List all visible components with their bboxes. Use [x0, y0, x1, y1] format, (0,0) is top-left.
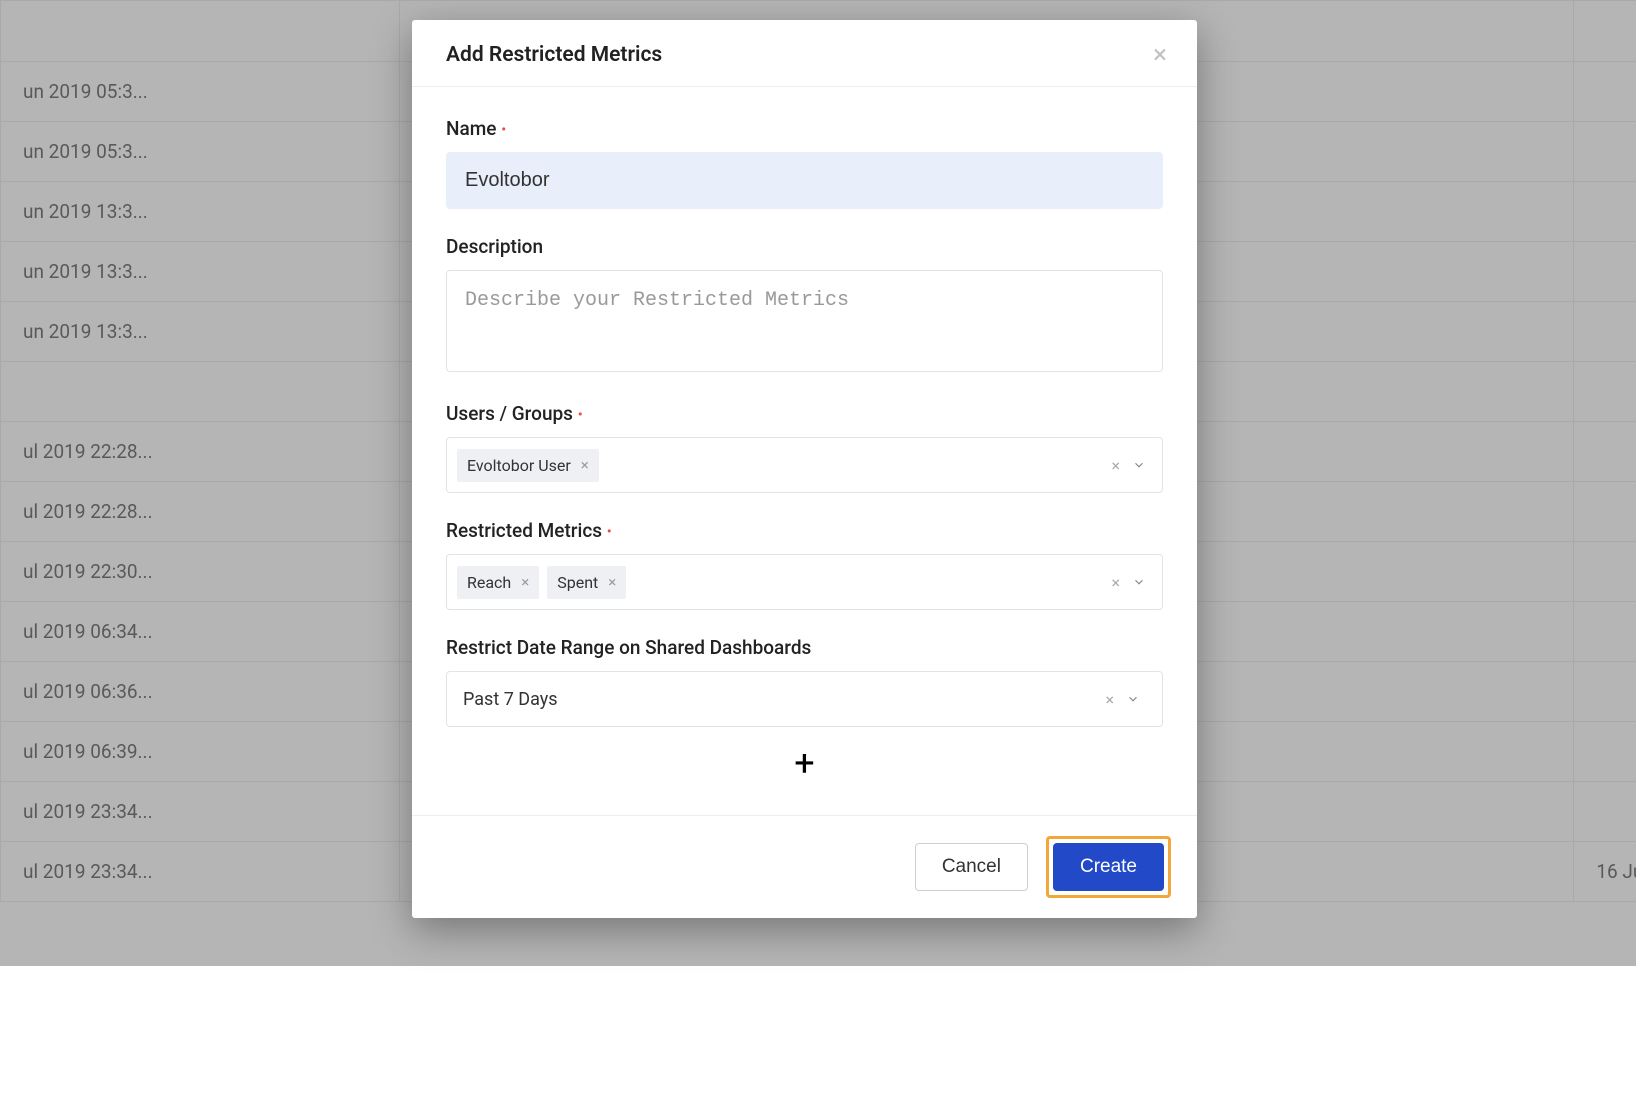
add-row: +: [446, 741, 1163, 799]
user-chip: Evoltobor User ×: [457, 449, 599, 482]
required-indicator: •: [501, 122, 506, 138]
chevron-down-icon[interactable]: [1126, 692, 1140, 706]
chip-label: Spent: [557, 573, 598, 592]
date-range-value: Past 7 Days: [463, 689, 1105, 710]
description-input[interactable]: [446, 270, 1163, 372]
users-groups-select[interactable]: Evoltobor User × ×: [446, 437, 1163, 493]
restricted-metrics-label: Restricted Metrics •: [446, 519, 1163, 542]
name-field: Name •: [446, 117, 1163, 209]
add-restricted-metrics-modal: Add Restricted Metrics × Name • Descript…: [412, 20, 1197, 918]
remove-chip-icon[interactable]: ×: [608, 573, 616, 591]
chip-label: Evoltobor User: [467, 456, 571, 475]
create-button[interactable]: Create: [1053, 843, 1164, 891]
chevron-down-icon[interactable]: [1132, 458, 1146, 472]
chevron-down-icon[interactable]: [1132, 575, 1146, 589]
remove-chip-icon[interactable]: ×: [581, 456, 589, 474]
users-groups-label: Users / Groups •: [446, 402, 1163, 425]
metric-chip: Reach ×: [457, 566, 539, 599]
modal-title: Add Restricted Metrics: [446, 43, 662, 67]
plus-icon[interactable]: +: [794, 742, 814, 784]
modal-footer: Cancel Create: [412, 815, 1197, 918]
modal-header: Add Restricted Metrics ×: [412, 20, 1197, 87]
required-indicator: •: [607, 524, 612, 540]
date-range-field: Restrict Date Range on Shared Dashboards…: [446, 636, 1163, 727]
date-range-select[interactable]: Past 7 Days ×: [446, 671, 1163, 727]
name-label: Name •: [446, 117, 1163, 140]
description-label: Description: [446, 235, 1163, 258]
metric-chip: Spent ×: [547, 566, 626, 599]
users-groups-field: Users / Groups • Evoltobor User × ×: [446, 402, 1163, 493]
close-icon[interactable]: ×: [1153, 42, 1167, 68]
clear-select-icon[interactable]: ×: [1105, 690, 1114, 709]
name-input[interactable]: [446, 152, 1163, 209]
required-indicator: •: [578, 407, 583, 423]
date-range-label: Restrict Date Range on Shared Dashboards: [446, 636, 1163, 659]
description-field: Description: [446, 235, 1163, 376]
clear-select-icon[interactable]: ×: [1111, 456, 1120, 475]
cancel-button[interactable]: Cancel: [915, 843, 1028, 891]
chip-label: Reach: [467, 573, 511, 592]
remove-chip-icon[interactable]: ×: [521, 573, 529, 591]
restricted-metrics-field: Restricted Metrics • Reach × Spent × ×: [446, 519, 1163, 610]
clear-select-icon[interactable]: ×: [1111, 573, 1120, 592]
restricted-metrics-select[interactable]: Reach × Spent × ×: [446, 554, 1163, 610]
create-button-highlight: Create: [1046, 836, 1171, 898]
modal-body: Name • Description Users / Groups • Evol…: [412, 87, 1197, 815]
